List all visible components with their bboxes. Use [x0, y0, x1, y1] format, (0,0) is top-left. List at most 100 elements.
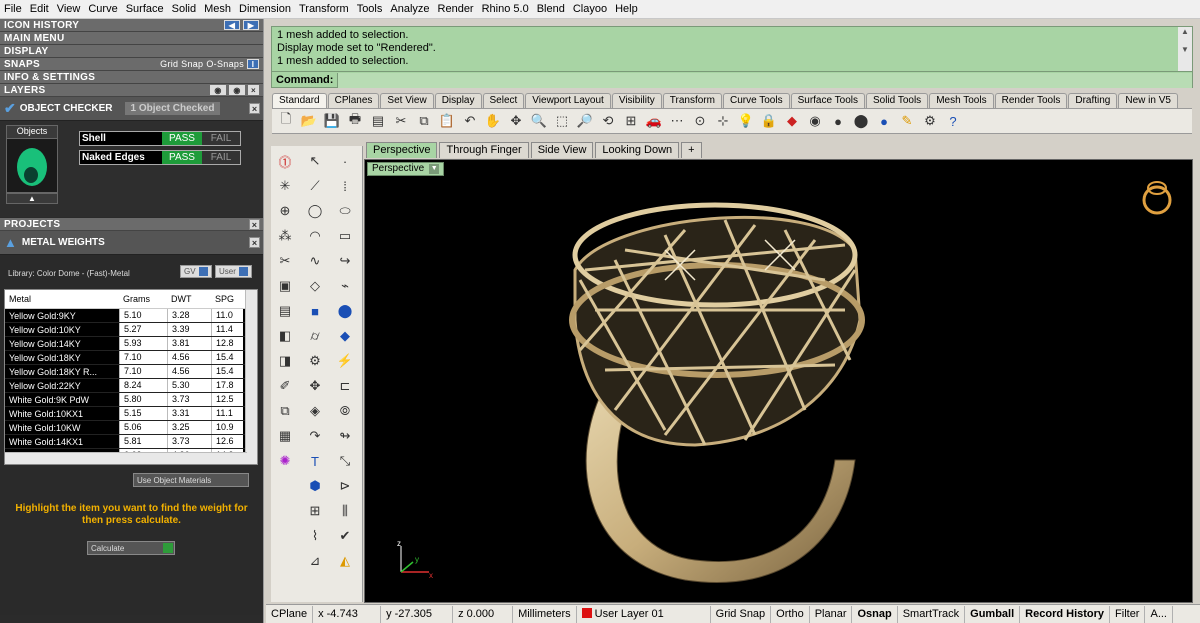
gv-toggle[interactable]: GV [180, 265, 212, 278]
close-icon[interactable]: × [249, 103, 260, 114]
circle-icon[interactable]: ◯ [303, 200, 327, 222]
status-layer[interactable]: User Layer 01 [577, 605, 711, 623]
ruler-icon[interactable]: ⊿ [303, 550, 327, 572]
solid-box-icon[interactable]: ■ [303, 300, 327, 322]
horizontal-scrollbar[interactable] [5, 452, 247, 464]
menu-clayoo[interactable]: Clayoo [573, 3, 607, 15]
tab-drafting[interactable]: Drafting [1068, 93, 1118, 108]
tab-side-view[interactable]: Side View [530, 142, 594, 158]
menu-blend[interactable]: Blend [537, 3, 565, 15]
eye-icon[interactable]: ◉ [210, 85, 226, 95]
eye-icon[interactable]: ◉ [229, 85, 245, 95]
osnaps-toggle[interactable]: I [247, 59, 259, 69]
calculate-button[interactable]: Calculate [87, 541, 175, 555]
object-thumbnail[interactable] [6, 138, 58, 193]
new-file-icon[interactable]: 🗋 [276, 111, 296, 131]
use-object-materials-select[interactable]: Use Object Materials [133, 473, 249, 487]
table-row[interactable]: White Gold:10KX1 5.15 3.31 11.1 [5, 407, 257, 421]
scale-icon[interactable]: ⤡ [333, 450, 357, 472]
section-snaps[interactable]: SNAPS Grid Snap O-Snaps I [0, 58, 263, 71]
layout-icon[interactable]: ▤ [368, 111, 388, 131]
panel-divider[interactable] [263, 19, 271, 623]
section-display[interactable]: DISPLAY [0, 45, 263, 58]
table-row[interactable]: Yellow Gold:18KY 7.10 4.56 15.4 [5, 351, 257, 365]
pan-hand-icon[interactable]: ✋ [483, 111, 503, 131]
render-icon[interactable]: ◭ [333, 550, 357, 572]
menu-dimension[interactable]: Dimension [239, 3, 291, 15]
tab-visibility[interactable]: Visibility [611, 93, 662, 108]
table-row[interactable]: White Gold:14KX1 5.81 3.73 12.6 [5, 435, 257, 449]
layer-icon[interactable]: ◆ [782, 111, 802, 131]
pencil-icon[interactable]: ✎ [897, 111, 917, 131]
hatch-icon[interactable]: ⫼ [333, 500, 357, 522]
objects-tab[interactable]: Objects [6, 125, 58, 139]
boolean-icon[interactable]: ⦾ [333, 400, 357, 422]
tab-cplanes[interactable]: CPlanes [327, 93, 380, 108]
select-arrow-icon[interactable]: ↖ [303, 150, 327, 172]
sphere-rendered-icon[interactable]: ⬤ [851, 111, 871, 131]
sphere-shaded-icon[interactable]: ● [828, 111, 848, 131]
open-folder-icon[interactable]: 📂 [299, 111, 319, 131]
dimension-icon[interactable]: ⊳ [333, 475, 357, 497]
metal-weights-header[interactable]: ▲ METAL WEIGHTS × [0, 231, 263, 255]
menu-help[interactable]: Help [615, 3, 638, 15]
lightning-icon[interactable]: ⚡ [333, 350, 357, 372]
undo-view-icon[interactable]: ⟲ [598, 111, 618, 131]
status-record-history[interactable]: Record History [1020, 605, 1111, 623]
box-solid-icon[interactable]: ◧ [273, 325, 297, 347]
tab-mesh-tools[interactable]: Mesh Tools [929, 93, 994, 108]
explode-icon[interactable]: ✳ [273, 175, 297, 197]
tab-render-tools[interactable]: Render Tools [994, 93, 1068, 108]
cancel-icon[interactable]: ⓵ [273, 150, 297, 172]
points-icon[interactable]: ⁂ [273, 225, 297, 247]
tab-perspective[interactable]: Perspective [366, 142, 438, 158]
ellipse-icon[interactable]: ⬭ [333, 200, 357, 222]
status-more[interactable]: A... [1145, 605, 1173, 623]
lock-icon[interactable]: 🔒 [759, 111, 779, 131]
sphere-icon[interactable]: ⬤ [333, 300, 357, 322]
back-arrow-icon[interactable]: ◀ [224, 20, 240, 30]
tab-through-finger[interactable]: Through Finger [439, 142, 529, 158]
status-planar[interactable]: Planar [810, 605, 853, 623]
table-row[interactable]: Yellow Gold:22KY 8.24 5.30 17.8 [5, 379, 257, 393]
sphere-blue-icon[interactable]: ● [874, 111, 894, 131]
menu-analyze[interactable]: Analyze [390, 3, 429, 15]
frame-icon[interactable]: ▦ [273, 425, 297, 447]
tab-select[interactable]: Select [482, 93, 525, 108]
save-icon[interactable]: 💾 [322, 111, 342, 131]
grid-snap-label[interactable]: Grid Snap [160, 59, 203, 69]
copy-icon[interactable]: ⧉ [414, 111, 434, 131]
menu-surface[interactable]: Surface [126, 3, 164, 15]
zoom-icon[interactable]: 🔍 [529, 111, 549, 131]
status-filter[interactable]: Filter [1110, 605, 1146, 623]
zoom-window-icon[interactable]: ⬚ [552, 111, 572, 131]
join-icon[interactable]: ⊏ [333, 375, 357, 397]
tab-viewport-layout[interactable]: Viewport Layout [525, 93, 611, 108]
tab-display[interactable]: Display [434, 93, 482, 108]
tab-new-in-v5[interactable]: New in V5 [1118, 93, 1178, 108]
select-points-icon[interactable]: ⋯ [667, 111, 687, 131]
surface-icon[interactable]: ◇ [303, 275, 327, 297]
tab-surface-tools[interactable]: Surface Tools [790, 93, 865, 108]
menu-transform[interactable]: Transform [299, 3, 349, 15]
table-row[interactable]: Yellow Gold:10KY 5.27 3.39 11.4 [5, 323, 257, 337]
column-header[interactable]: Grams [119, 294, 167, 304]
status-grid-snap[interactable]: Grid Snap [711, 605, 772, 623]
menu-curve[interactable]: Curve [88, 3, 117, 15]
menu-solid[interactable]: Solid [172, 3, 196, 15]
status-osnap[interactable]: Osnap [852, 605, 898, 623]
table-row[interactable]: Yellow Gold:9KY 5.10 3.28 11.0 [5, 309, 257, 323]
paste-icon[interactable]: 📋 [437, 111, 457, 131]
car-icon[interactable]: 🚗 [644, 111, 664, 131]
rectangle-icon[interactable]: ▭ [333, 225, 357, 247]
box-wire-icon[interactable]: ◨ [273, 350, 297, 372]
metal-table[interactable]: Metal Grams DWT SPG Yellow Gold:9KY 5.10 3… [4, 289, 258, 465]
up-arrow-icon[interactable]: ▲ [6, 193, 58, 204]
status-gumball[interactable]: Gumball [965, 605, 1021, 623]
cylinder-icon[interactable]: ⌭ [303, 325, 327, 347]
brush-icon[interactable]: ✐ [273, 375, 297, 397]
box-icon[interactable]: ▣ [273, 275, 297, 297]
object-checker-header[interactable]: ✔ OBJECT CHECKER 1 Object Checked × [0, 97, 263, 121]
section-layers[interactable]: LAYERS ◉ ◉ × [0, 84, 263, 97]
menu-view[interactable]: View [57, 3, 81, 15]
